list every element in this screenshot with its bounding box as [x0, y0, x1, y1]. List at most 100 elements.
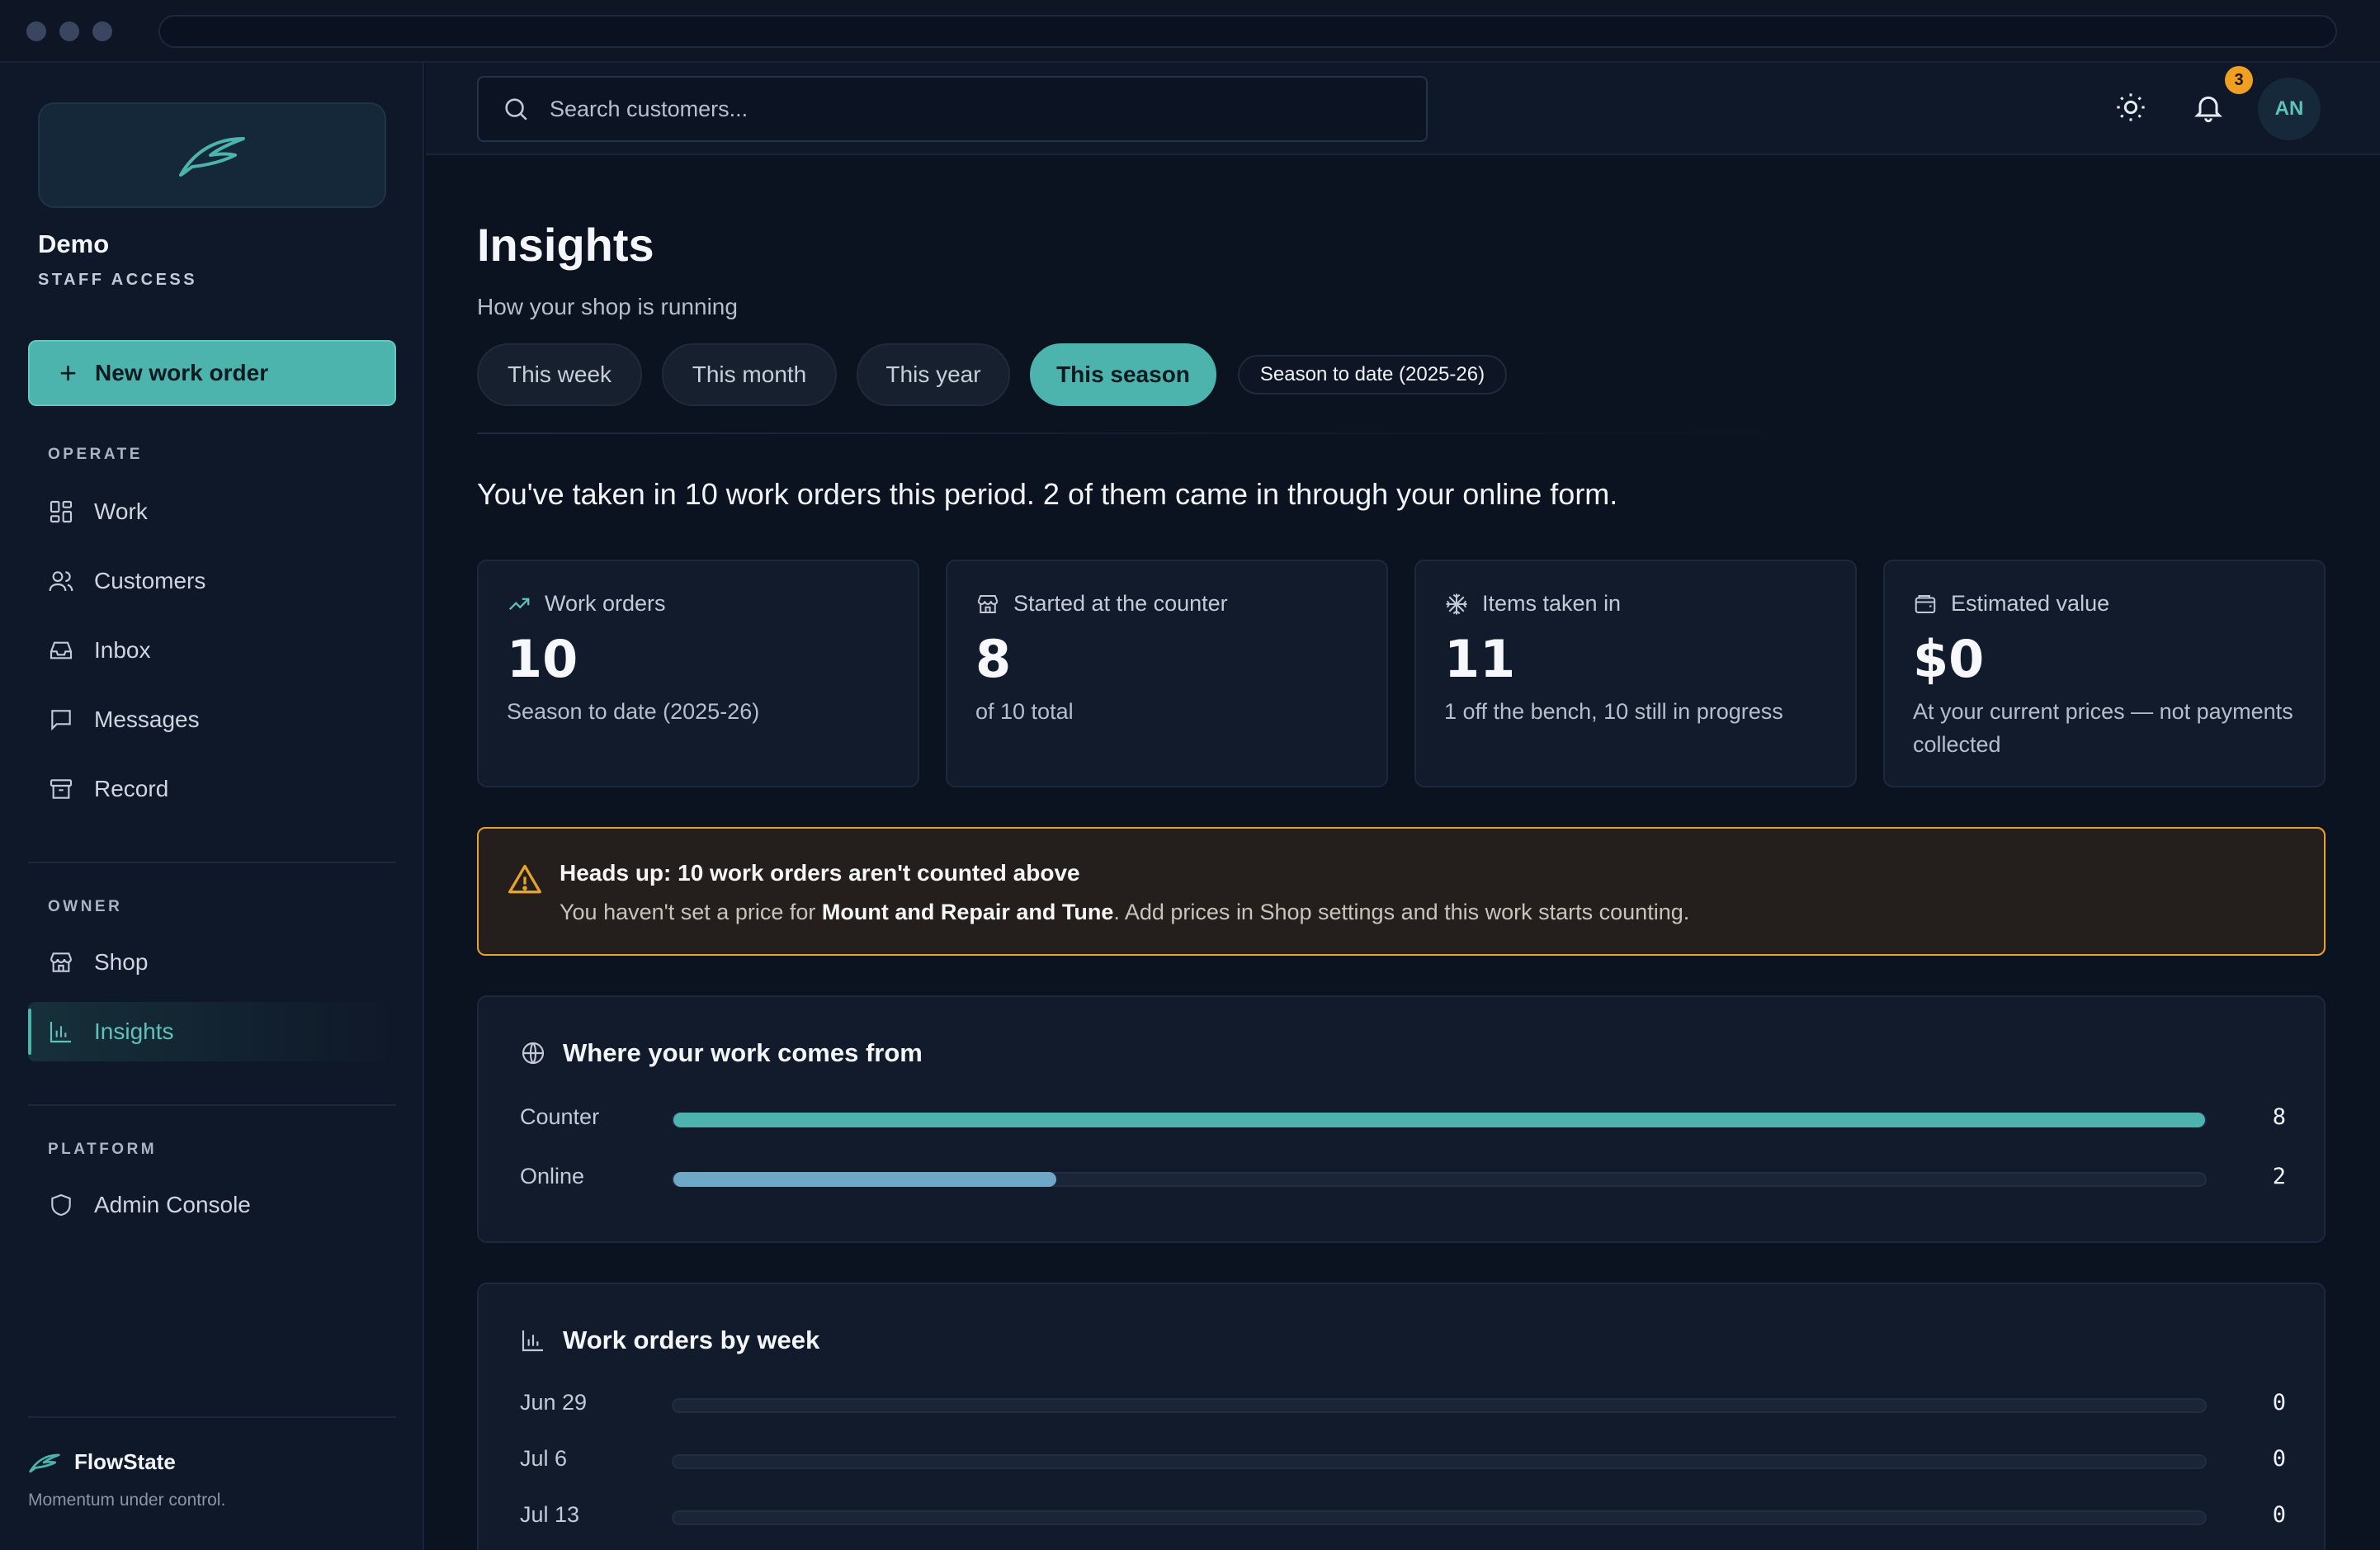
period-tab-this-month[interactable]: This month [662, 343, 837, 406]
sun-icon [2117, 93, 2145, 121]
source-row-counter: Counter 8 [520, 1101, 2286, 1134]
shield-icon [51, 1193, 71, 1217]
bar-label: Jun 29 [520, 1390, 588, 1415]
panel-title: Work orders by week [520, 1326, 819, 1355]
top-header [426, 63, 2380, 155]
notifications-button[interactable] [2189, 87, 2228, 127]
alert-body-suffix: . Add prices in Shop settings and this w… [1113, 900, 1690, 924]
alert-body-services: Mount and Repair and Tune [821, 900, 1114, 924]
brand: FlowState [28, 1449, 176, 1475]
message-icon [51, 710, 71, 731]
section-label-operate: OPERATE [48, 446, 143, 463]
stat-label-text: Items taken in [1482, 591, 1622, 616]
sidebar-item-record[interactable]: Record [28, 759, 396, 819]
bar-value: 0 [2272, 1502, 2286, 1528]
notification-count-badge: 3 [2225, 66, 2253, 94]
new-work-order-button[interactable]: + New work order [28, 340, 396, 406]
stat-value: 8 [975, 629, 1012, 689]
store-icon [977, 594, 999, 613]
brand-name: FlowState [74, 1449, 176, 1474]
address-bar[interactable] [158, 15, 2337, 48]
sidebar-item-label: Work [94, 499, 148, 524]
stat-card-started-at-counter: Started at the counter 8 of 10 total [946, 560, 1388, 787]
work-sources-panel: Where your work comes from Counter 8 Onl… [477, 995, 2326, 1243]
flowstate-logo-icon [29, 1453, 60, 1472]
org-logo[interactable] [38, 102, 386, 208]
sidebar-item-label: Admin Console [94, 1192, 251, 1217]
trending-up-icon [508, 598, 530, 610]
bar-label: Jul 13 [520, 1502, 580, 1527]
sidebar-divider [28, 1104, 396, 1106]
store-icon [50, 952, 73, 972]
sidebar-divider [28, 1416, 396, 1418]
bar-fill [673, 1113, 2205, 1127]
period-tab-this-week[interactable]: This week [477, 343, 642, 406]
sidebar-item-shop[interactable]: Shop [28, 933, 396, 992]
bar-track [672, 1172, 2207, 1187]
sidebar-item-admin-console[interactable]: Admin Console [28, 1175, 396, 1235]
stat-note: At your current prices — not payments co… [1913, 699, 2293, 757]
theme-toggle-button[interactable] [2111, 87, 2151, 127]
browser-chrome [0, 0, 2380, 63]
stat-label-text: Started at the counter [1013, 591, 1228, 616]
window-close-dot[interactable] [26, 21, 46, 41]
warning-icon [508, 864, 541, 894]
search-icon [505, 98, 527, 121]
stat-card-items-taken-in: Items taken in 11 1 off the bench, 10 st… [1414, 560, 1857, 787]
sidebar-item-label: Record [94, 776, 169, 801]
section-divider [477, 432, 1797, 434]
page-title: Insights [477, 219, 654, 271]
search-input[interactable] [550, 96, 1426, 122]
window-minimize-dot[interactable] [59, 21, 79, 41]
search-box[interactable] [477, 76, 1428, 142]
sidebar-item-label: Messages [94, 706, 200, 732]
bar-fill [673, 1172, 1056, 1187]
bar-chart-icon [522, 1330, 543, 1352]
sidebar-item-messages[interactable]: Messages [28, 690, 396, 749]
sidebar-item-label: Insights [94, 1018, 174, 1044]
bar-track [672, 1510, 2207, 1525]
sidebar-item-inbox[interactable]: Inbox [28, 621, 396, 680]
stat-label: Started at the counter [975, 591, 1228, 617]
globe-icon [522, 1042, 545, 1065]
snowflake-icon [1446, 593, 1467, 614]
bar-label: Online [520, 1164, 585, 1188]
source-row-online: Online 2 [520, 1160, 2286, 1193]
period-tab-this-year[interactable]: This year [857, 343, 1010, 406]
panel-title-text: Work orders by week [563, 1326, 820, 1354]
stat-label-text: Estimated value [1951, 591, 2110, 616]
inbox-icon [50, 641, 73, 659]
bar-track [672, 1113, 2207, 1127]
stat-note: 1 off the bench, 10 still in progress [1444, 699, 1783, 724]
sidebar-item-work[interactable]: Work [28, 482, 396, 541]
bar-value: 8 [2272, 1104, 2286, 1130]
stat-note: of 10 total [975, 699, 1074, 724]
period-summary: You've taken in 10 work orders this peri… [477, 477, 1618, 511]
avatar[interactable]: AN [2258, 78, 2321, 140]
bell-icon [2194, 96, 2222, 123]
sidebar-item-label: Customers [94, 568, 206, 593]
section-label-platform: PLATFORM [48, 1141, 158, 1158]
period-tab-this-season[interactable]: This season [1030, 343, 1216, 406]
sidebar-divider [28, 862, 396, 863]
wallet-icon [1915, 594, 1936, 613]
panel-title: Where your work comes from [520, 1038, 923, 1068]
feather-logo-icon [179, 137, 245, 177]
brand-tagline: Momentum under control. [28, 1491, 226, 1510]
sidebar-item-insights[interactable]: Insights [28, 1002, 396, 1061]
bar-value: 0 [2272, 1390, 2286, 1415]
stat-card-work-orders: Work orders 10 Season to date (2025-26) [477, 560, 919, 787]
panel-title-text: Where your work comes from [563, 1038, 923, 1067]
bar-value: 2 [2272, 1164, 2286, 1189]
page-subtitle: How your shop is running [477, 294, 738, 319]
users-icon [49, 571, 73, 592]
org-access-label: STAFF ACCESS [38, 271, 198, 289]
stat-label: Items taken in [1444, 591, 1621, 617]
alert-body-prefix: You haven't set a price for [560, 900, 822, 924]
stat-label-text: Work orders [545, 591, 666, 616]
window-maximize-dot[interactable] [92, 21, 112, 41]
org-name: Demo [38, 229, 110, 258]
stat-label: Work orders [507, 591, 666, 617]
sidebar-item-customers[interactable]: Customers [28, 551, 396, 611]
bar-value: 0 [2272, 1446, 2286, 1472]
